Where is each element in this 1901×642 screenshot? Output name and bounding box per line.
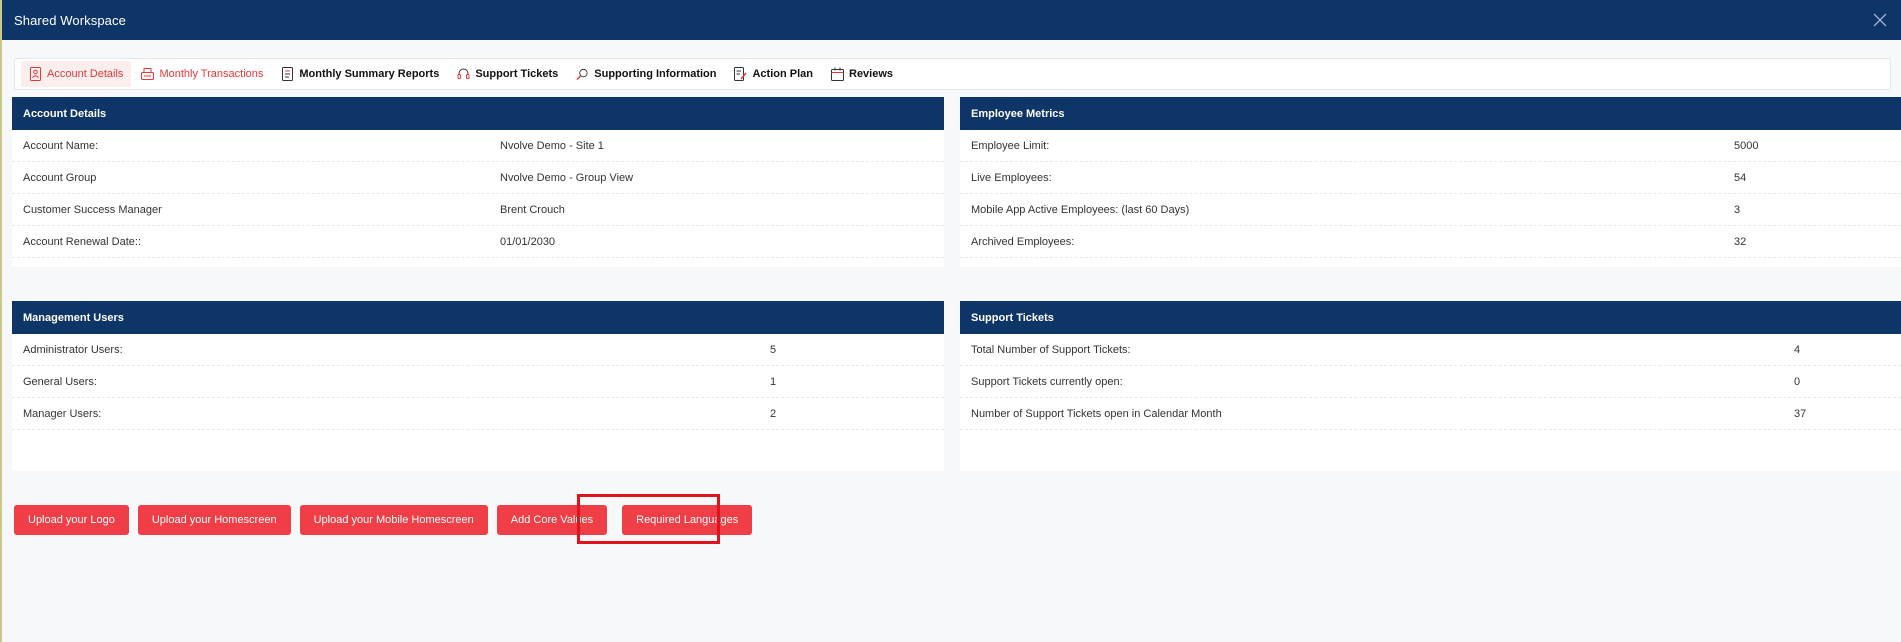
tab-label: Reviews [849,68,894,80]
row-value: 5000 [1734,139,1759,152]
tab-label: Account Details [47,68,124,80]
row-value: 3 [1734,203,1741,216]
close-icon[interactable] [1873,13,1887,27]
table-row: Account Group Nvolve Demo - Group View [12,162,944,194]
row-label: Live Employees: [971,171,1052,184]
panel-header: Support Tickets [960,301,1901,334]
calendar-icon [831,67,844,81]
row-value: 32 [1734,235,1747,248]
row-value: 1 [770,375,777,388]
search-doc-icon [576,67,589,81]
table-row: Live Employees: 54 [960,162,1901,194]
table-row: Mobile App Active Employees: (last 60 Da… [960,194,1901,226]
row-label: Account Renewal Date:: [23,235,142,248]
row-value: 37 [1794,407,1807,420]
management-users-panel: Management Users Administrator Users: 5 … [12,301,944,471]
row-label: Administrator Users: [23,343,123,356]
row-label: Customer Success Manager [23,203,162,216]
row-label: Employee Limit: [971,139,1050,152]
window-title: Shared Workspace [14,12,126,28]
table-row: General Users: 1 [12,366,944,398]
row-value: Brent Crouch [500,203,565,216]
row-value: 2 [770,407,777,420]
table-row: Employee Limit: 5000 [960,130,1901,162]
upload-homescreen-button[interactable]: Upload your Homescreen [137,505,291,535]
table-row: Administrator Users: 5 [12,334,944,366]
shared-workspace-window: Shared Workspace Account Details Monthly… [0,0,1901,642]
row-label: Total Number of Support Tickets: [971,343,1131,356]
panel-header: Account Details [12,97,944,130]
tab-label: Action Plan [752,68,813,80]
table-row: Support Tickets currently open: 0 [960,366,1901,398]
tab-reviews[interactable]: Reviews [823,61,901,87]
report-icon [281,67,294,81]
selection-highlight [577,494,720,544]
support-tickets-panel: Support Tickets Total Number of Support … [960,301,1901,471]
table-row: Archived Employees: 32 [960,226,1901,258]
tab-label: Monthly Transactions [159,68,264,80]
tab-support-tickets[interactable]: Support Tickets [449,61,566,87]
tab-supporting-information[interactable]: Supporting Information [568,61,724,87]
panel-header: Management Users [12,301,944,334]
row-label: Mobile App Active Employees: (last 60 Da… [971,203,1190,216]
row-value: 54 [1734,171,1747,184]
row-label: Account Group [23,171,97,184]
account-details-panel: Account Details Account Name: Nvolve Dem… [12,97,944,267]
row-value: 01/01/2030 [500,235,556,248]
row-label: General Users: [23,375,97,388]
edit-doc-icon [734,67,748,81]
row-label: Archived Employees: [971,235,1075,248]
table-row: Account Renewal Date:: 01/01/2030 [12,226,944,258]
table-row: Number of Support Tickets open in Calend… [960,398,1901,430]
headset-icon [457,67,470,81]
upload-logo-button[interactable]: Upload your Logo [14,505,129,535]
tab-label: Support Tickets [475,68,559,80]
tab-bar: Account Details Monthly Transactions Mon… [14,58,1891,90]
employee-metrics-panel: Employee Metrics Employee Limit: 5000 Li… [960,97,1901,267]
tab-monthly-summary-reports[interactable]: Monthly Summary Reports [273,61,447,87]
document-person-icon [29,67,42,81]
tab-monthly-transactions[interactable]: Monthly Transactions [133,61,271,87]
table-row: Customer Success Manager Brent Crouch [12,194,944,226]
tab-label: Monthly Summary Reports [299,68,440,80]
tab-account-details[interactable]: Account Details [21,61,132,87]
cash-register-icon [141,67,155,81]
title-bar: Shared Workspace [2,0,1901,40]
row-value: Nvolve Demo - Site 1 [500,139,604,152]
row-value: 4 [1794,343,1801,356]
row-label: Account Name: [23,139,99,152]
upload-mobile-homescreen-button[interactable]: Upload your Mobile Homescreen [299,505,488,535]
table-row: Total Number of Support Tickets: 4 [960,334,1901,366]
panel-header: Employee Metrics [960,97,1901,130]
table-row: Manager Users: 2 [12,398,944,430]
row-label: Number of Support Tickets open in Calend… [971,407,1222,420]
row-value: 5 [770,343,777,356]
table-row: Account Name: Nvolve Demo - Site 1 [12,130,944,162]
row-value: 0 [1794,375,1801,388]
tab-label: Supporting Information [594,68,717,80]
row-label: Support Tickets currently open: [971,375,1123,388]
tab-action-plan[interactable]: Action Plan [726,61,821,87]
row-label: Manager Users: [23,407,102,420]
row-value: Nvolve Demo - Group View [500,171,634,184]
